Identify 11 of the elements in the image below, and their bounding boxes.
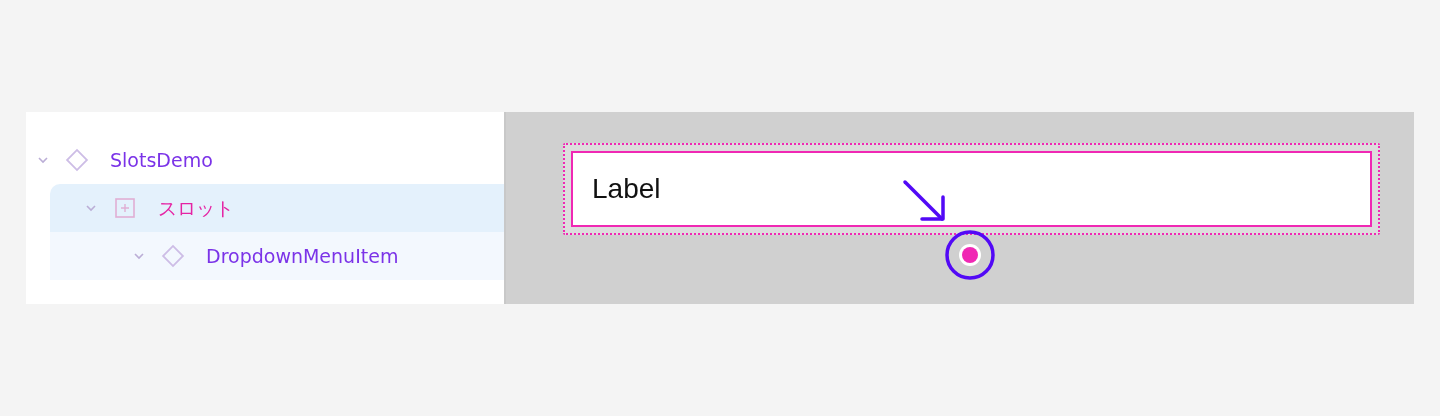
diamond-icon [64,147,90,173]
layer-row[interactable]: DropdownMenuItem [50,232,504,280]
layer-row[interactable]: SlotsDemo [26,136,504,184]
layer-name: SlotsDemo [110,147,213,173]
diamond-icon [160,243,186,269]
layer-row[interactable]: スロット [50,184,504,232]
label-element[interactable]: Label [571,151,1372,227]
layer-name: DropdownMenuItem [206,243,399,269]
layer-name: スロット [158,195,234,221]
square-plus-icon [112,195,138,221]
slot-handle[interactable] [944,229,996,281]
